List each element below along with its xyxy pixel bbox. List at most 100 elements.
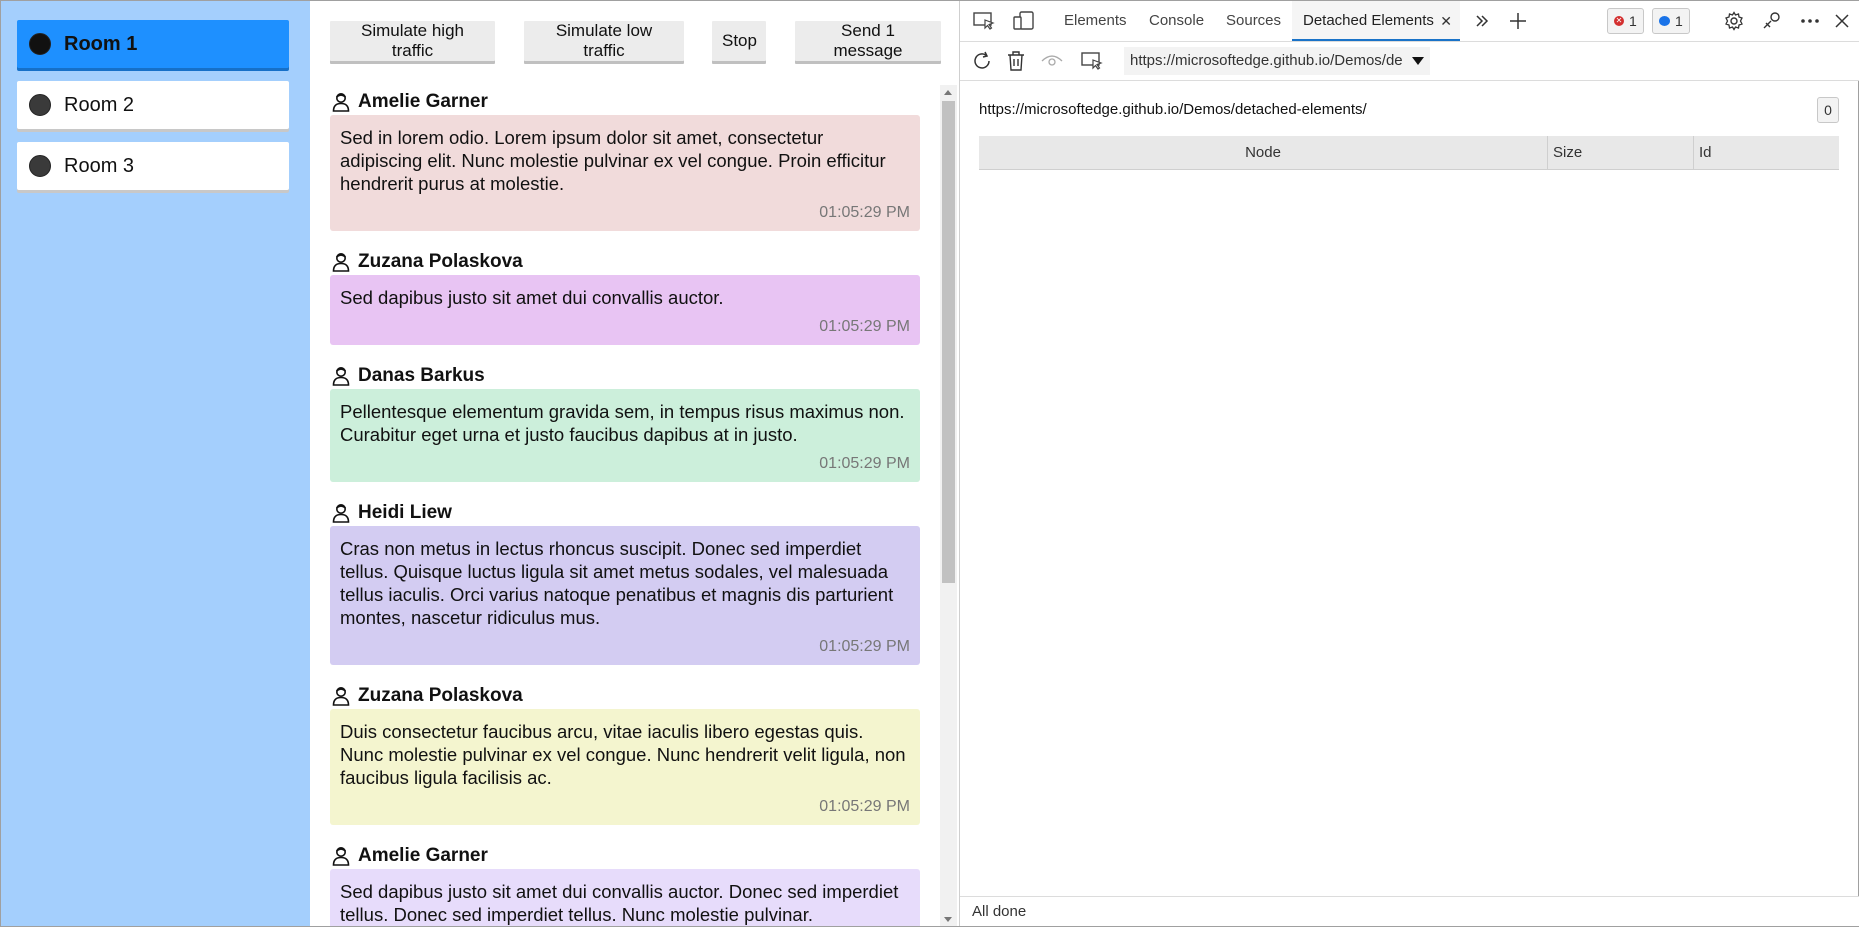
message-time: 01:05:29 PM: [819, 798, 910, 815]
send-one-message-button[interactable]: Send 1 message: [795, 21, 941, 61]
target-page-value: https://microsoftedge.github.io/Demos/de: [1130, 52, 1403, 69]
trash-icon[interactable]: [1004, 49, 1028, 73]
messages-badge[interactable]: 1: [1652, 8, 1690, 34]
room-status-dot: [29, 155, 51, 177]
status-bar: All done: [960, 896, 1859, 926]
message-time: 01:05:29 PM: [819, 455, 910, 472]
message-time: 01:05:29 PM: [819, 318, 910, 335]
chat-panel: Simulate high traffic Simulate low traff…: [310, 1, 959, 926]
message-bubble: Sed dapibus justo sit amet dui convallis…: [330, 869, 920, 926]
room-status-dot: [29, 94, 51, 116]
add-tab-icon[interactable]: [1506, 9, 1530, 33]
message-bubble: Sed dapibus justo sit amet dui convallis…: [330, 275, 920, 345]
close-devtools-icon[interactable]: [1830, 9, 1854, 33]
message-list: Amelie Garner Sed in lorem odio. Lorem ip…: [330, 89, 920, 926]
tab-sources[interactable]: Sources: [1226, 1, 1281, 41]
message-author: Zuzana Polaskova: [330, 249, 920, 275]
message-text: Sed in lorem odio. Lorem ipsum dolor sit…: [340, 127, 886, 194]
refresh-icon[interactable]: [970, 49, 994, 73]
author-name: Amelie Garner: [358, 91, 488, 112]
errors-badge[interactable]: ✕ 1: [1607, 8, 1644, 34]
scroll-up-arrow-icon[interactable]: [944, 90, 952, 95]
message-author: Heidi Liew: [330, 500, 920, 526]
tab-console[interactable]: Console: [1149, 1, 1204, 41]
simulate-high-traffic-button[interactable]: Simulate high traffic: [330, 21, 495, 61]
message-count: 1: [1675, 13, 1683, 29]
page-url: https://microsoftedge.github.io/Demos/de…: [979, 101, 1367, 118]
select-target-icon[interactable]: [1080, 49, 1104, 73]
author-name: Danas Barkus: [358, 365, 485, 386]
column-divider[interactable]: [1547, 136, 1548, 169]
message-author: Danas Barkus: [330, 363, 920, 389]
room-list: Room 1 Room 2 Room 3: [1, 1, 310, 926]
eye-icon: [1040, 49, 1064, 73]
author-name: Zuzana Polaskova: [358, 251, 523, 272]
message-item: Heidi Liew Cras non metus in lectus rhonc…: [330, 500, 920, 665]
message-author: Zuzana Polaskova: [330, 683, 920, 709]
room-item-1[interactable]: Room 1: [17, 20, 289, 68]
user-icon: [332, 367, 350, 386]
feedback-icon[interactable]: [1760, 9, 1784, 33]
author-name: Zuzana Polaskova: [358, 685, 523, 706]
user-icon: [332, 847, 350, 866]
message-author: Amelie Garner: [330, 89, 920, 115]
target-page-select[interactable]: https://microsoftedge.github.io/Demos/de: [1124, 47, 1430, 75]
user-icon: [332, 253, 350, 272]
detached-count-badge: 0: [1817, 97, 1839, 123]
more-options-icon[interactable]: [1798, 9, 1822, 33]
detached-elements-table-header: Node Size Id: [979, 136, 1839, 170]
message-bubble: Pellentesque elementum gravida sem, in t…: [330, 389, 920, 482]
room-item-3[interactable]: Room 3: [17, 142, 289, 190]
message-text: Sed dapibus justo sit amet dui convallis…: [340, 881, 899, 925]
devtools-panel: Elements Console Sources Detached Elemen…: [959, 1, 1859, 926]
room-label: Room 1: [64, 32, 138, 55]
message-text: Sed dapibus justo sit amet dui convallis…: [340, 287, 724, 308]
message-bubble: Sed in lorem odio. Lorem ipsum dolor sit…: [330, 115, 920, 231]
message-item: Amelie Garner Sed dapibus justo sit amet …: [330, 843, 920, 926]
message-author: Amelie Garner: [330, 843, 920, 869]
column-id[interactable]: Id: [1699, 136, 1712, 169]
detached-elements-toolbar: https://microsoftedge.github.io/Demos/de: [960, 42, 1859, 81]
tab-label: Detached Elements: [1303, 12, 1434, 29]
simulate-low-traffic-button[interactable]: Simulate low traffic: [524, 21, 684, 61]
message-text: Duis consectetur faucibus arcu, vitae ia…: [340, 721, 906, 788]
tab-elements[interactable]: Elements: [1064, 1, 1127, 41]
message-time: 01:05:29 PM: [819, 638, 910, 655]
author-name: Heidi Liew: [358, 502, 452, 523]
settings-gear-icon[interactable]: [1722, 9, 1746, 33]
error-icon: ✕: [1614, 16, 1624, 26]
message-item: Zuzana Polaskova Duis consectetur faucibu…: [330, 683, 920, 825]
more-tabs-icon[interactable]: [1470, 9, 1494, 33]
stop-button[interactable]: Stop: [712, 21, 766, 61]
message-time: 01:05:29 PM: [819, 204, 910, 221]
column-size[interactable]: Size: [1553, 136, 1582, 169]
message-bubble: Cras non metus in lectus rhoncus suscipi…: [330, 526, 920, 665]
message-item: Zuzana Polaskova Sed dapibus justo sit am…: [330, 249, 920, 345]
room-item-2[interactable]: Room 2: [17, 81, 289, 129]
room-label: Room 2: [64, 93, 135, 116]
scroll-thumb[interactable]: [942, 101, 955, 583]
message-item: Amelie Garner Sed in lorem odio. Lorem ip…: [330, 89, 920, 231]
room-status-dot: [29, 33, 51, 55]
devtools-tab-bar: Elements Console Sources Detached Elemen…: [960, 1, 1859, 42]
message-text: Pellentesque elementum gravida sem, in t…: [340, 401, 905, 445]
scroll-down-arrow-icon[interactable]: [944, 917, 952, 922]
inspect-element-icon[interactable]: [972, 9, 996, 33]
user-icon: [332, 504, 350, 523]
device-emulation-icon[interactable]: [1012, 9, 1036, 33]
message-item: Danas Barkus Pellentesque elementum gravi…: [330, 363, 920, 482]
tab-detached-elements[interactable]: Detached Elements ✕: [1292, 1, 1460, 41]
column-divider[interactable]: [1693, 136, 1694, 169]
message-bubble: Duis consectetur faucibus arcu, vitae ia…: [330, 709, 920, 825]
chevron-down-icon: [1412, 57, 1424, 65]
column-node[interactable]: Node: [979, 136, 1547, 169]
author-name: Amelie Garner: [358, 845, 488, 866]
user-icon: [332, 687, 350, 706]
chat-scrollbar[interactable]: [940, 85, 957, 926]
close-tab-icon[interactable]: ✕: [1440, 1, 1452, 41]
message-icon: [1659, 16, 1670, 26]
room-label: Room 3: [64, 154, 135, 177]
error-count: 1: [1629, 13, 1637, 29]
message-text: Cras non metus in lectus rhoncus suscipi…: [340, 538, 894, 628]
user-icon: [332, 93, 350, 112]
